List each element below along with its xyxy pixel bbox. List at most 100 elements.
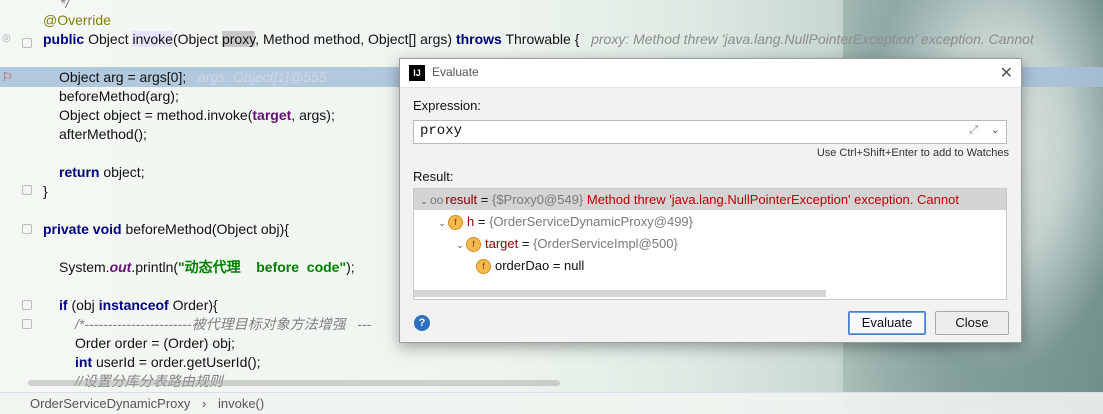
code-token: target (252, 107, 292, 123)
code-line[interactable]: return object; (59, 163, 145, 182)
code-token: public (43, 31, 85, 47)
fold-icon[interactable] (22, 38, 32, 48)
node-name: result (445, 192, 478, 207)
code-token: Order order = (Order) obj; (75, 335, 235, 351)
help-icon[interactable]: ? (414, 315, 430, 331)
node-separator: = (477, 192, 492, 207)
code-token: , args); (291, 107, 335, 123)
result-horizontal-scrollbar[interactable] (414, 290, 826, 297)
code-line[interactable]: } (43, 182, 48, 201)
node-separator: = (518, 236, 534, 251)
node-name: orderDao (495, 258, 550, 273)
code-token: userId = order.getUserId(); (92, 354, 261, 370)
breadcrumb-class[interactable]: OrderServiceDynamicProxy (30, 396, 190, 411)
code-token: out (109, 259, 132, 275)
chevron-down-icon[interactable]: ⌄ (436, 213, 448, 234)
code-token: /*-----------------------被代理目标对象方法增强 --- (75, 316, 372, 332)
code-token: } (43, 183, 48, 199)
chevron-down-icon[interactable]: ⌄ (418, 191, 430, 212)
tree-node[interactable]: f orderDao = null (414, 255, 1006, 276)
expression-value[interactable]: proxy (420, 123, 462, 139)
editor-gutter: ◎ ⚐ (0, 0, 40, 392)
fold-icon[interactable] (22, 319, 32, 329)
tree-node[interactable]: ⌄ f target = {OrderServiceImpl@500} (414, 233, 1006, 254)
node-value: {OrderServiceImpl@500} (533, 236, 678, 251)
node-separator: = (549, 258, 565, 273)
code-token: int (75, 354, 93, 370)
code-line[interactable]: Object arg = args[0]; args: Object[1]@55… (59, 68, 327, 87)
close-button[interactable]: Close (935, 311, 1009, 335)
code-token: throws (455, 31, 502, 47)
code-token: Object object = method.invoke( (59, 107, 253, 123)
code-token: instanceof (98, 297, 169, 313)
code-token: (obj (67, 297, 99, 313)
code-line[interactable]: @Override (43, 11, 111, 30)
code-token: System. (59, 259, 110, 275)
editor-horizontal-scrollbar[interactable] (28, 380, 560, 386)
code-token: */ (60, 0, 70, 11)
dialog-titlebar[interactable]: IJ Evaluate ✕ (400, 59, 1021, 88)
code-line[interactable]: afterMethod(); (59, 125, 147, 144)
override-marker-icon[interactable]: ◎ (2, 33, 11, 44)
node-value: {$Proxy0@549} (491, 192, 584, 207)
code-line[interactable]: private void beforeMethod(Object obj){ (43, 220, 289, 239)
code-line[interactable]: beforeMethod(arg); (59, 87, 179, 106)
inline-debug-hint: proxy: Method threw 'java.lang.NullPoint… (591, 31, 1034, 47)
field-icon: f (466, 237, 481, 253)
node-value: {OrderServiceDynamicProxy@499} (489, 214, 694, 229)
breadcrumb-method[interactable]: invoke() (218, 396, 264, 411)
code-token: (Object (172, 31, 222, 47)
code-line[interactable]: System.out.println("动态代理 before code"); (59, 258, 355, 277)
result-tree[interactable]: f orderDao = null ⌄ f target = {OrderService… (413, 188, 1007, 300)
code-token: beforeMethod(arg); (59, 88, 179, 104)
code-line[interactable]: /*-----------------------被代理目标对象方法增强 --- (75, 315, 371, 334)
field-icon: f (476, 259, 491, 275)
tree-node[interactable]: ⌄ f h = {OrderServiceDynamicProxy@499} (414, 211, 1006, 232)
code-line[interactable]: if (obj instanceof Order){ (59, 296, 218, 315)
code-token: , Method method, Object[] args) (255, 31, 456, 47)
code-token: Throwable { (501, 31, 592, 47)
code-token: return (59, 164, 100, 180)
chevron-down-icon[interactable]: ⌄ (454, 235, 466, 256)
evaluate-button[interactable]: Evaluate (848, 311, 926, 335)
dialog-title: Evaluate (432, 65, 479, 79)
code-token: Order){ (168, 297, 218, 313)
code-token: Object arg = args[0]; (59, 69, 198, 85)
expression-input[interactable]: proxy ⤢ ⌄ (413, 120, 1007, 144)
watches-hint: Use Ctrl+Shift+Enter to add to Watches (816, 147, 1009, 159)
code-line[interactable]: public Object invoke(Object proxy, Metho… (43, 30, 1034, 49)
fold-icon[interactable] (22, 224, 32, 234)
node-value: null (564, 258, 585, 273)
close-icon[interactable]: ✕ (1000, 63, 1013, 83)
code-token: if (59, 297, 68, 313)
expand-icon[interactable]: ⤢ (969, 124, 978, 137)
code-token: proxy (221, 31, 256, 47)
result-label: Result: (413, 169, 454, 184)
fold-icon[interactable] (22, 300, 32, 310)
node-separator: = (474, 214, 490, 229)
code-token: private void (43, 221, 122, 237)
breadcrumb-separator: › (202, 396, 207, 411)
code-line[interactable]: Order order = (Order) obj; (75, 334, 235, 353)
tree-node[interactable]: ⌄ oo result = {$Proxy0@549} Method threw '… (414, 189, 1006, 210)
evaluate-dialog: IJ Evaluate ✕ Expression: proxy ⤢ ⌄ Use … (399, 58, 1022, 343)
code-token: beforeMethod(Object obj){ (121, 221, 289, 237)
code-token: .println( (131, 259, 179, 275)
code-token: object; (99, 164, 145, 180)
breadcrumb: OrderServiceDynamicProxy › invoke() (0, 392, 1103, 414)
code-line[interactable]: Object object = method.invoke(target, ar… (59, 106, 335, 125)
expression-label: Expression: (413, 98, 481, 113)
node-error: Method threw 'java.lang.NullPointerExcep… (583, 192, 959, 207)
node-name: target (485, 236, 519, 251)
field-icon: f (448, 215, 463, 231)
code-token: invoke (132, 31, 173, 47)
code-token: "动态代理 before code" (178, 259, 347, 275)
fold-icon[interactable] (22, 185, 32, 195)
watch-icon: oo (430, 193, 444, 207)
inline-debug-hint: args: Object[1]@555 (197, 69, 327, 85)
code-line[interactable]: int userId = order.getUserId(); (75, 353, 261, 372)
chevron-down-icon[interactable]: ⌄ (991, 123, 1000, 136)
code-token: Object (84, 31, 133, 47)
breakpoint-icon[interactable]: ⚐ (2, 70, 13, 84)
code-token: @Override (43, 12, 111, 28)
